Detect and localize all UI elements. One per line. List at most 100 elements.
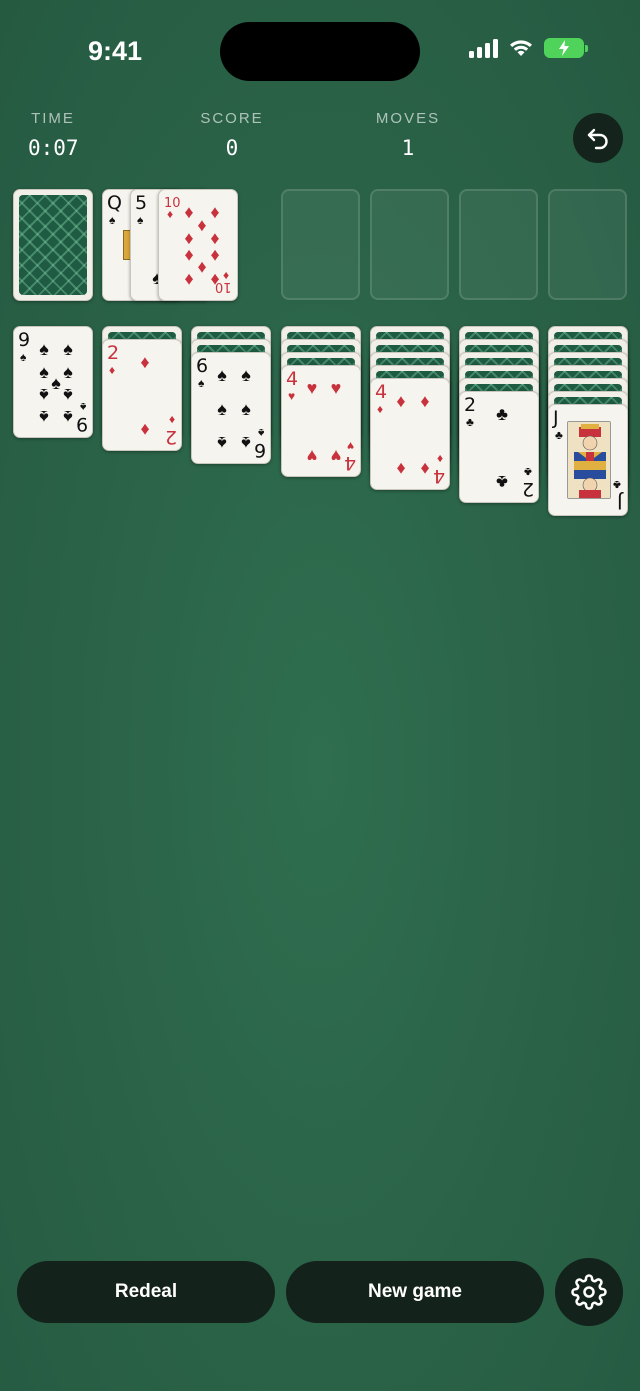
card-pip: ♦: [420, 459, 430, 479]
card-pip: ♠: [217, 433, 227, 453]
card-pip: ♦: [184, 228, 194, 248]
card-rank: 4: [375, 381, 388, 403]
card-pip: ♥: [330, 446, 342, 466]
card-pip: ♦: [197, 215, 207, 235]
score-stat: SCORE 0: [196, 110, 268, 160]
card-pip: ♦: [184, 202, 194, 222]
new-game-button[interactable]: New game: [286, 1261, 544, 1323]
foundation-slot-2[interactable]: [370, 189, 449, 300]
card-suit: ♣: [524, 465, 532, 479]
card-suit: ♣: [555, 428, 563, 442]
card-rank: 6: [196, 355, 209, 377]
card-pip: ♦: [210, 228, 220, 248]
settings-button[interactable]: [555, 1258, 623, 1326]
card-suit: ♠: [137, 213, 144, 227]
card-suit: ♠: [198, 376, 205, 390]
status-time: 9:41: [88, 36, 143, 66]
gear-icon: [571, 1274, 607, 1310]
foundation-slot-1[interactable]: [281, 189, 360, 300]
card-back-pattern: [19, 195, 87, 295]
card-pip: ♥: [306, 446, 318, 466]
card-rank: 2: [521, 478, 534, 500]
card-pip: ♠: [217, 399, 227, 419]
card-pip: ♠: [63, 385, 73, 405]
card-pip: ♦: [210, 202, 220, 222]
status-icons: [469, 38, 588, 58]
card-pip: ♠: [39, 385, 49, 405]
card-rank: Q: [107, 192, 122, 214]
card-suit: ♣: [613, 478, 621, 492]
card-suit: ♥: [346, 439, 354, 453]
card-suit: ♠: [20, 350, 27, 364]
card-pip: ♦: [210, 246, 220, 266]
card-pip: ♠: [39, 407, 49, 427]
card-pip: ♥: [330, 378, 342, 398]
redeal-button[interactable]: Redeal: [17, 1261, 275, 1323]
card-pip: ♠: [241, 433, 251, 453]
tableau-6-two-clubs[interactable]: 2 ♣ ♣ ♣ ♣ 2: [459, 391, 539, 503]
tableau-7-jack-clubs[interactable]: J ♣ ♣ J: [548, 404, 628, 516]
moves-label: MOVES: [375, 110, 441, 127]
time-label: TIME: [31, 110, 75, 127]
time-stat: TIME 0:07: [28, 110, 79, 160]
jack-face-art: [567, 421, 611, 499]
card-suit: ♦: [167, 207, 174, 221]
card-suit: ♦: [109, 363, 116, 377]
tableau-4-four-hearts[interactable]: 4 ♥ ♥ ♥ ♥ ♥ ♥ 4: [281, 365, 361, 477]
card-rank: 10: [215, 279, 232, 294]
moves-value: 1: [401, 136, 415, 160]
card-suit: ♦: [377, 402, 384, 416]
card-suit: ♦: [168, 413, 175, 427]
cellular-signal-icon: [469, 38, 498, 58]
card-suit: ♠: [109, 213, 116, 227]
card-rank: 5: [135, 192, 148, 214]
card-pip: ♦: [140, 420, 150, 440]
card-rank: 4: [343, 452, 356, 474]
card-rank: 9: [75, 413, 88, 435]
card-rank: J: [553, 407, 559, 429]
card-suit: ♥: [288, 389, 296, 403]
card-pip: ♠: [241, 399, 251, 419]
card-rank: 2: [107, 342, 120, 364]
card-pip: ♠: [217, 365, 227, 385]
card-suit: ♠: [79, 400, 86, 414]
time-value: 0:07: [28, 136, 79, 160]
card-suit: ♣: [466, 415, 474, 429]
score-label: SCORE: [200, 110, 264, 127]
battery-charging-icon: [544, 38, 588, 58]
card-pip: ♦: [420, 391, 430, 411]
card-pip: ♣: [496, 472, 508, 492]
card-rank: 4: [432, 465, 445, 487]
score-value: 0: [225, 136, 239, 160]
card-pip: ♦: [396, 391, 406, 411]
undo-arrow-icon: [587, 128, 608, 150]
card-pip: ♠: [241, 365, 251, 385]
card-pip: ♠: [51, 373, 61, 393]
card-pip: ♠: [63, 339, 73, 359]
card-rank: J: [617, 491, 623, 513]
undo-button[interactable]: [573, 113, 623, 163]
moves-stat: MOVES 1: [372, 110, 444, 160]
tableau-5-four-diamonds[interactable]: 4 ♦ ♦ ♦ ♦ ♦ ♦ 4: [370, 378, 450, 490]
card-suit: ♠: [257, 426, 264, 440]
card-pip: ♦: [140, 352, 150, 372]
foundation-slot-4[interactable]: [548, 189, 627, 300]
card-pip: ♦: [184, 246, 194, 266]
tableau-1-nine-spades[interactable]: 9 ♠ ♠ ♠ ♠ ♠ ♠ ♠ ♠ ♠ ♠ ♠ 9: [13, 326, 93, 438]
card-rank: 9: [18, 329, 31, 351]
card-suit: ♦: [436, 452, 443, 466]
foundation-slot-3[interactable]: [459, 189, 538, 300]
stock-pile[interactable]: [13, 189, 93, 301]
card-pip: ♦: [197, 258, 207, 278]
card-pip: ♠: [63, 407, 73, 427]
tableau-2-two-diamonds[interactable]: 2 ♦ ♦ ♦ ♦ 2: [102, 339, 182, 451]
card-rank: 2: [464, 394, 477, 416]
wifi-icon: [510, 40, 532, 56]
card-pip: ♠: [39, 339, 49, 359]
card-pip: ♥: [306, 378, 318, 398]
card-pip: ♦: [396, 459, 406, 479]
card-pip: ♠: [39, 362, 49, 382]
card-pip: ♠: [63, 362, 73, 382]
tableau-3-six-spades[interactable]: 6 ♠ ♠ ♠ ♠ ♠ ♠ ♠ ♠ 6: [191, 352, 271, 464]
waste-card-ten-diamonds[interactable]: 10 ♦ ♦ ♦ ♦ ♦ ♦ ♦ ♦ ♦ ♦ ♦ ♦ 10: [158, 189, 238, 301]
